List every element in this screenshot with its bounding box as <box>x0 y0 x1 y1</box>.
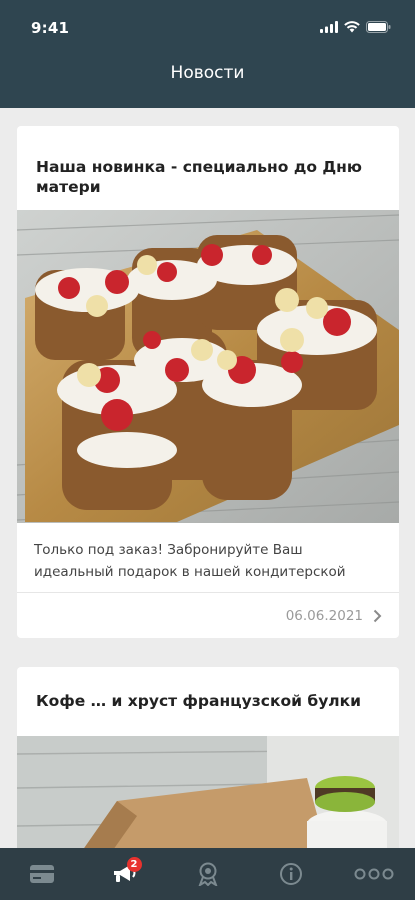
tab-more[interactable] <box>344 852 404 896</box>
card-title: Наша новинка - специально до Дню матери <box>36 158 362 196</box>
news-feed[interactable]: Наша новинка - специально до Дню матери <box>0 108 415 848</box>
page-title: Новости <box>170 63 245 83</box>
card-divider <box>17 592 399 593</box>
coffee-macaron-photo <box>17 736 399 848</box>
tab-card[interactable] <box>12 852 72 896</box>
battery-icon <box>366 21 391 33</box>
more-icon <box>354 868 393 880</box>
tab-bar: 2 <box>0 848 415 900</box>
tab-news[interactable]: 2 <box>95 852 155 896</box>
news-card[interactable]: Кофе … и хруст французской булки <box>17 667 399 848</box>
news-card[interactable]: Наша новинка - специально до Дню матери <box>17 126 399 638</box>
tab-info[interactable] <box>261 852 321 896</box>
card-icon <box>29 865 54 883</box>
card-footer[interactable]: 06.06.2021 <box>286 608 382 624</box>
card-title: Кофе … и хруст французской булки <box>36 692 362 710</box>
notification-badge: 2 <box>126 857 142 872</box>
card-image <box>17 210 399 523</box>
info-icon <box>279 863 302 885</box>
card-text: Только под заказ! Забронируйте Ваш идеал… <box>34 542 346 580</box>
award-icon <box>198 862 217 886</box>
cake-photo <box>17 210 399 523</box>
wifi-icon <box>344 21 360 33</box>
card-image <box>17 736 399 848</box>
card-date: 06.06.2021 <box>285 608 363 624</box>
chevron-right-icon[interactable] <box>373 609 382 623</box>
status-time: 9:41 <box>31 19 70 37</box>
status-icons <box>320 20 391 34</box>
tab-rewards[interactable] <box>178 852 238 896</box>
top-bar: 9:41 Новости <box>0 0 415 108</box>
status-bar: 9:41 <box>0 0 415 50</box>
cellular-signal-icon <box>320 21 338 33</box>
